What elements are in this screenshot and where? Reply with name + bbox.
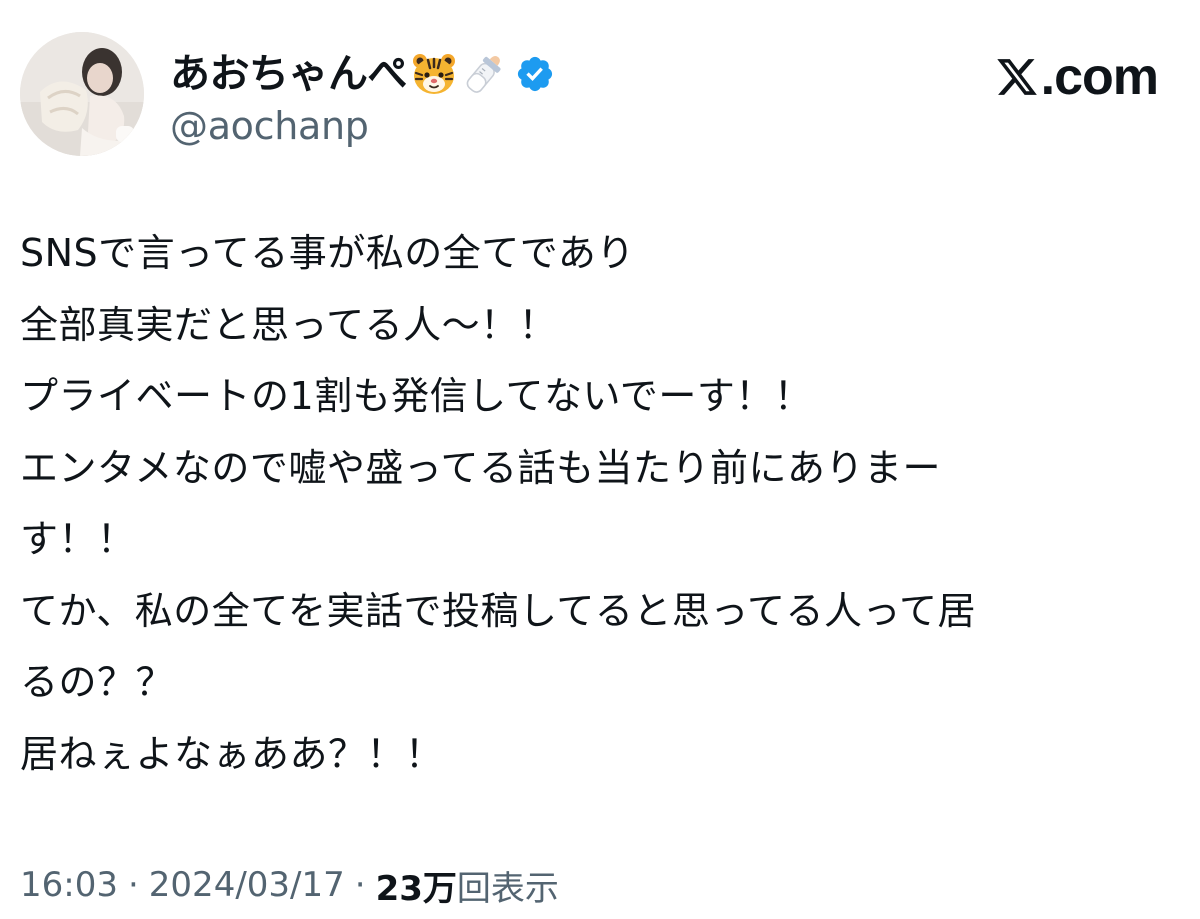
tweet-line: SNSで言ってる事が私の全てであり [20, 231, 635, 275]
tweet-line: るの？？ [20, 660, 175, 704]
verified-badge-icon[interactable] [515, 54, 555, 94]
meta-separator: · [354, 865, 366, 905]
tweet-line: エンタメなので嘘や盛ってる話も当たり前にありまー [20, 445, 941, 490]
tweet-line: 居ねぇよなぁああ？！！ [20, 731, 444, 776]
author-handle[interactable]: @aochanp [170, 100, 369, 152]
meta-separator: · [127, 865, 139, 905]
tiger-face-emoji-icon [411, 51, 457, 97]
tweet-text: SNSで言ってる事が私の全てであり 全部真実だと思ってる人〜！！ プライベートの… [20, 218, 1170, 790]
brand-domain-label: .com [1040, 48, 1159, 106]
baby-bottle-emoji-icon [461, 51, 507, 97]
views-count[interactable]: 23万 [376, 861, 457, 910]
tweet-line: す！！ [20, 517, 136, 561]
tweet-meta: 16:03 · 2024/03/17 · 23万 回表示 [20, 858, 559, 912]
tweet-time[interactable]: 16:03 [20, 865, 118, 905]
display-name[interactable]: あおちゃんぺ [170, 46, 408, 102]
tweet-header: あおちゃんぺ @aochanp .com [20, 32, 1180, 156]
avatar[interactable] [20, 32, 144, 156]
tweet-line: てか、私の全てを実話で投稿してると思ってる人って居 [20, 588, 977, 633]
tweet-line: 全部真実だと思ってる人〜！！ [20, 302, 558, 347]
tweet-date[interactable]: 2024/03/17 [149, 865, 345, 905]
x-logo-icon [995, 55, 1039, 99]
views-label: 回表示 [456, 868, 559, 909]
avatar-photo [20, 32, 144, 156]
author-name-row: あおちゃんぺ [170, 46, 555, 102]
tweet-line: プライベートの1割も発信してないでーす！！ [20, 374, 813, 418]
x-com-brand: .com [995, 44, 1159, 110]
